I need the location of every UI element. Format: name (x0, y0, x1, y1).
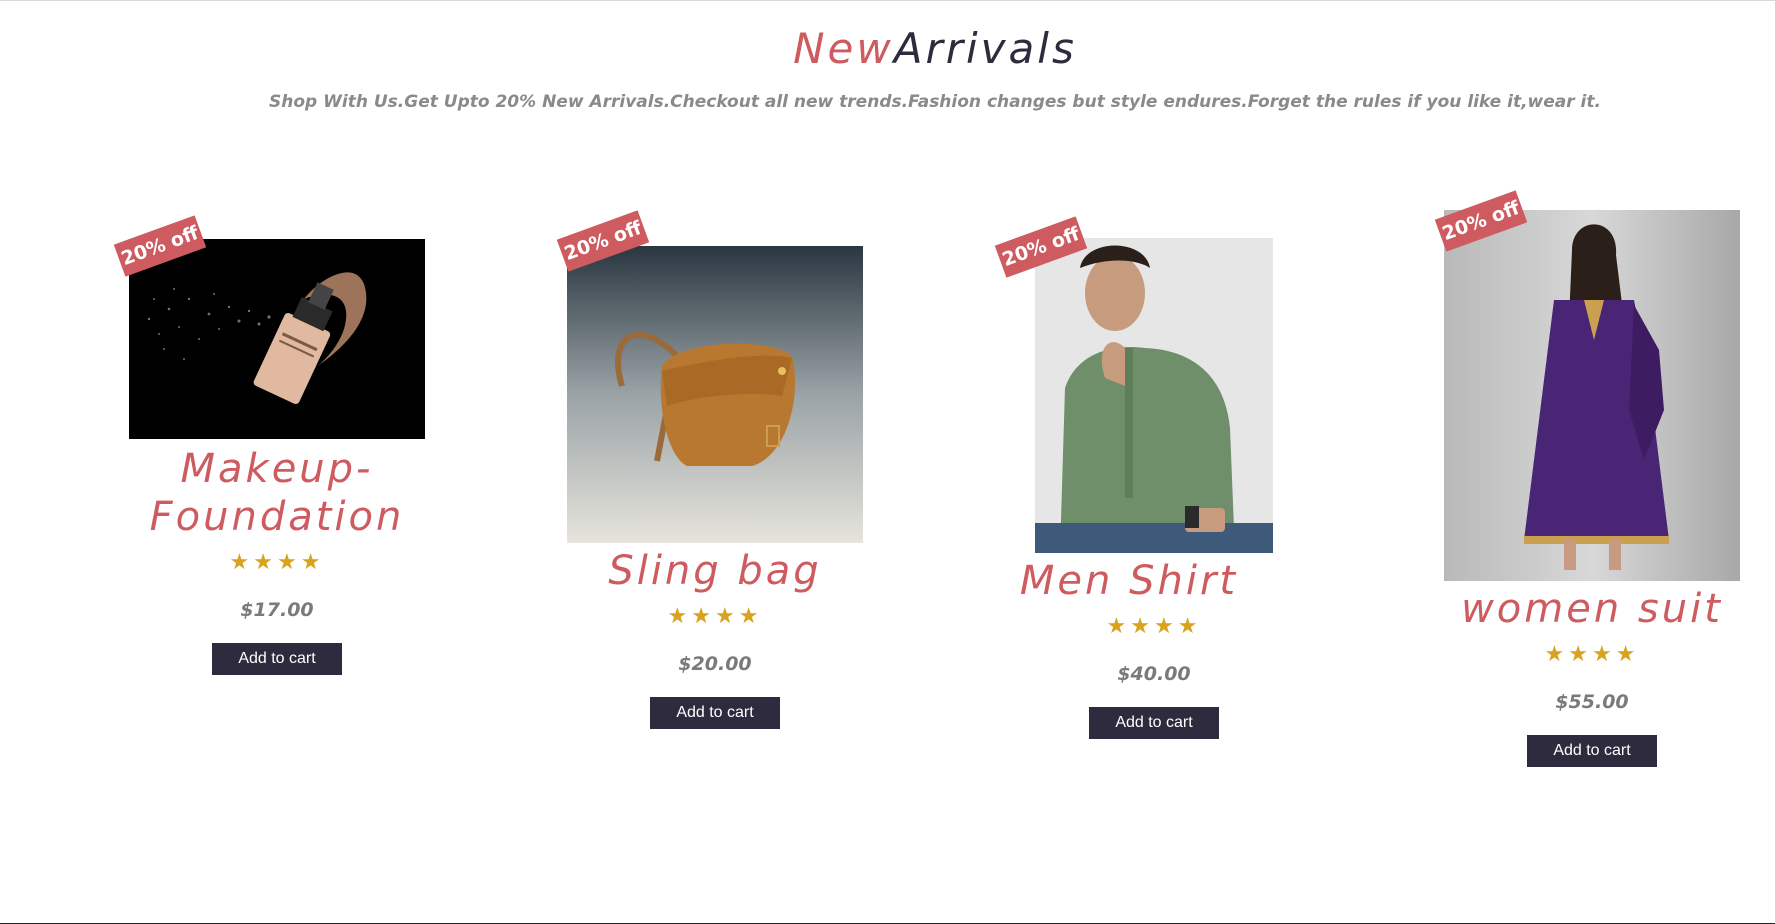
product-image[interactable] (1035, 238, 1273, 553)
section-subtitle: Shop With Us.Get Upto 20% New Arrivals.C… (269, 92, 1601, 112)
product-name: Makeup- Foundation (127, 445, 427, 541)
product-card: 20% off (113, 215, 427, 675)
product-name: Sling bag (565, 547, 865, 595)
rating-stars: ★★★★ (1544, 641, 1640, 666)
section-title: NewArrivals (0, 19, 1775, 79)
product-card: 20% off Men Shirt ★★★★ $40.00 Add to car… (994, 216, 1304, 739)
green-shirt-model-image (1035, 238, 1273, 553)
product-name-line1: women suit (1461, 586, 1723, 632)
product-price: $55.00 (1555, 691, 1629, 713)
product-price: $20.00 (678, 653, 752, 675)
product-price: $40.00 (1117, 663, 1191, 685)
section-title-accent: New (793, 24, 894, 73)
rating-stars: ★★★★ (1106, 613, 1202, 638)
product-card: 20% off (1434, 190, 1742, 767)
product-name-line1: Sling bag (608, 548, 822, 594)
add-to-cart-button[interactable]: Add to cart (1089, 707, 1219, 739)
product-image[interactable] (129, 239, 425, 439)
product-card: 20% off Sling bag ★★★★ $20.00 Add to car… (556, 210, 865, 729)
product-name-line1: Makeup- (180, 446, 374, 492)
foundation-bottle-image (129, 239, 425, 439)
product-image[interactable] (567, 246, 863, 543)
add-to-cart-button[interactable]: Add to cart (650, 697, 780, 729)
product-name: Men Shirt (1004, 557, 1304, 605)
section-title-rest: Arrivals (893, 24, 1077, 73)
leather-sling-bag-image (567, 246, 863, 543)
add-to-cart-button[interactable]: Add to cart (1527, 735, 1657, 767)
product-image[interactable] (1444, 210, 1740, 581)
product-price: $17.00 (240, 599, 314, 621)
product-name-line1: Men Shirt (1019, 558, 1239, 604)
rating-stars: ★★★★ (667, 603, 763, 628)
rating-stars: ★★★★ (229, 549, 325, 574)
new-arrivals-section: NewArrivals Shop With Us.Get Upto 20% Ne… (0, 0, 1775, 924)
purple-suit-model-image (1444, 210, 1740, 581)
product-name: women suit (1442, 585, 1742, 633)
product-name-line2: Foundation (149, 494, 405, 540)
add-to-cart-button[interactable]: Add to cart (212, 643, 342, 675)
